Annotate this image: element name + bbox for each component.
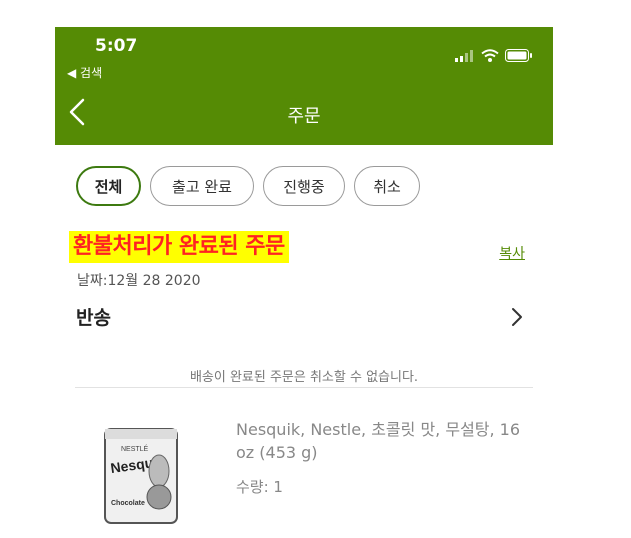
page-title: 주문 (287, 106, 321, 127)
wifi-icon (481, 49, 499, 62)
product-name[interactable]: Nesquik, Nestle, 초콜릿 맛, 무설탕, 16 oz (453 … (236, 418, 536, 464)
tab-shipped[interactable]: 출고 완료 (150, 166, 254, 206)
header: 5:07 ◀ 검색 주문 (55, 27, 553, 145)
order-status[interactable]: 반송 (76, 303, 111, 330)
tab-cancelled[interactable]: 취소 (354, 166, 420, 206)
refund-complete-banner: 환불처리가 완료된 주문 (69, 231, 289, 263)
svg-text:Chocolate: Chocolate (111, 500, 145, 507)
battery-icon (505, 49, 532, 62)
status-icons (455, 49, 533, 62)
product-image[interactable]: NESTLÉ Nesquik Chocolate (101, 425, 181, 527)
order-date: 날짜:12월 28 2020 (77, 273, 201, 289)
product-quantity: 수량: 1 (236, 478, 283, 496)
chevron-right-icon[interactable] (509, 306, 525, 328)
tab-in-progress[interactable]: 진행중 (263, 166, 345, 206)
cancel-notice: 배송이 완료된 주문은 취소할 수 없습니다. (189, 370, 419, 385)
phone-screen: 5:07 ◀ 검색 주문 전체 출고 완료 진행중 취소 환불처리가 완료된 주… (55, 27, 553, 538)
svg-text:NESTLÉ: NESTLÉ (121, 444, 149, 453)
tab-all[interactable]: 전체 (76, 166, 141, 206)
filter-tabs: 전체 출고 완료 진행중 취소 (76, 166, 420, 206)
divider (75, 387, 533, 388)
copy-link[interactable]: 복사 (499, 243, 525, 263)
status-time: 5:07 (95, 36, 138, 56)
signal-icon (455, 49, 473, 62)
back-to-app-link[interactable]: ◀ 검색 (67, 64, 102, 81)
